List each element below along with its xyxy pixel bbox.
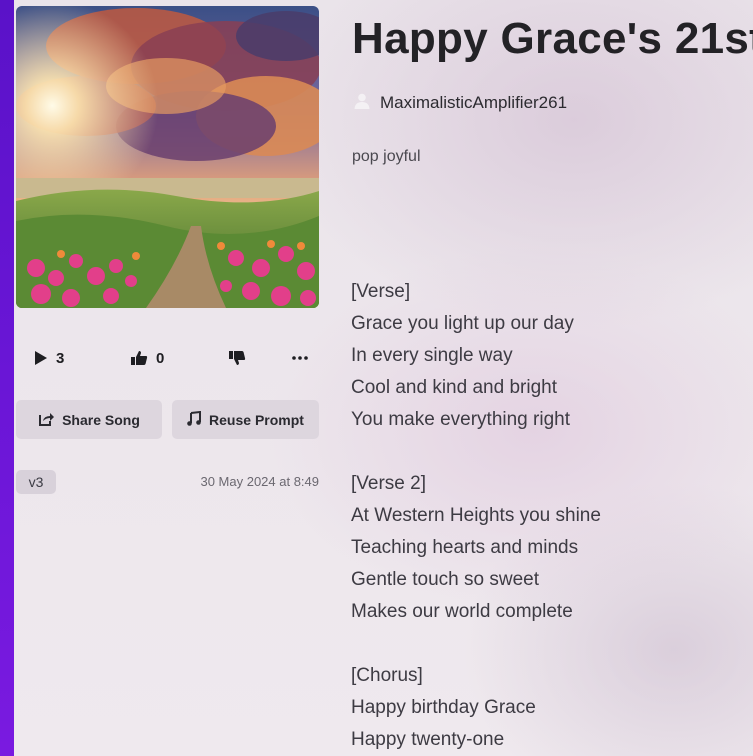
version-badge[interactable]: v3	[16, 470, 56, 494]
lyric-line: You make everything right	[351, 409, 570, 430]
lyrics: [Verse] Grace you light up our day In ev…	[351, 276, 741, 756]
lyric-line: Cool and kind and bright	[351, 377, 557, 398]
user-icon	[354, 93, 370, 114]
sidebar-edge	[0, 0, 14, 756]
thumbs-up-icon	[130, 350, 148, 366]
lyric-line: Happy birthday Grace	[351, 697, 536, 718]
lyric-line: [Verse 2]	[351, 473, 426, 494]
more-icon	[292, 356, 308, 360]
author-name: MaximalisticAmplifier261	[380, 93, 568, 112]
version-meta: v3 30 May 2024 at 8:49	[16, 470, 319, 494]
share-icon	[38, 411, 55, 429]
style-tags: pop joyful	[352, 148, 421, 165]
thumbs-down-icon	[228, 350, 246, 366]
like-count: 0	[156, 349, 165, 367]
lyric-line: [Chorus]	[351, 665, 423, 686]
lyric-line: Makes our world complete	[351, 601, 573, 622]
like-button[interactable]: 0	[130, 344, 164, 372]
share-song-label: Share Song	[62, 411, 140, 428]
song-title: Happy Grace's 21st	[352, 14, 753, 63]
lyric-line: Happy twenty-one	[351, 729, 505, 750]
reuse-prompt-button[interactable]: Reuse Prompt	[172, 400, 319, 439]
lyric-line: Gentle touch so sweet	[351, 569, 539, 590]
song-stats: 3 0	[16, 344, 319, 372]
play-button[interactable]: 3	[34, 344, 64, 372]
lyric-line: Teaching hearts and minds	[351, 537, 579, 558]
more-button[interactable]	[292, 344, 308, 372]
lyric-line: In every single way	[351, 345, 513, 366]
share-song-button[interactable]: Share Song	[16, 400, 162, 439]
lyric-gap	[351, 436, 741, 468]
play-count: 3	[56, 349, 65, 367]
lyric-gap	[351, 628, 741, 660]
author-link[interactable]: MaximalisticAmplifier261	[354, 92, 567, 114]
reuse-prompt-label: Reuse Prompt	[209, 411, 304, 428]
lyric-line: [Verse]	[351, 281, 411, 302]
lyric-line: At Western Heights you shine	[351, 505, 601, 526]
play-icon	[34, 350, 48, 366]
created-date: 30 May 2024 at 8:49	[200, 474, 319, 489]
music-note-icon	[187, 410, 202, 429]
dislike-button[interactable]	[228, 344, 246, 372]
cover-art[interactable]	[16, 6, 319, 308]
lyric-line: Grace you light up our day	[351, 313, 574, 334]
